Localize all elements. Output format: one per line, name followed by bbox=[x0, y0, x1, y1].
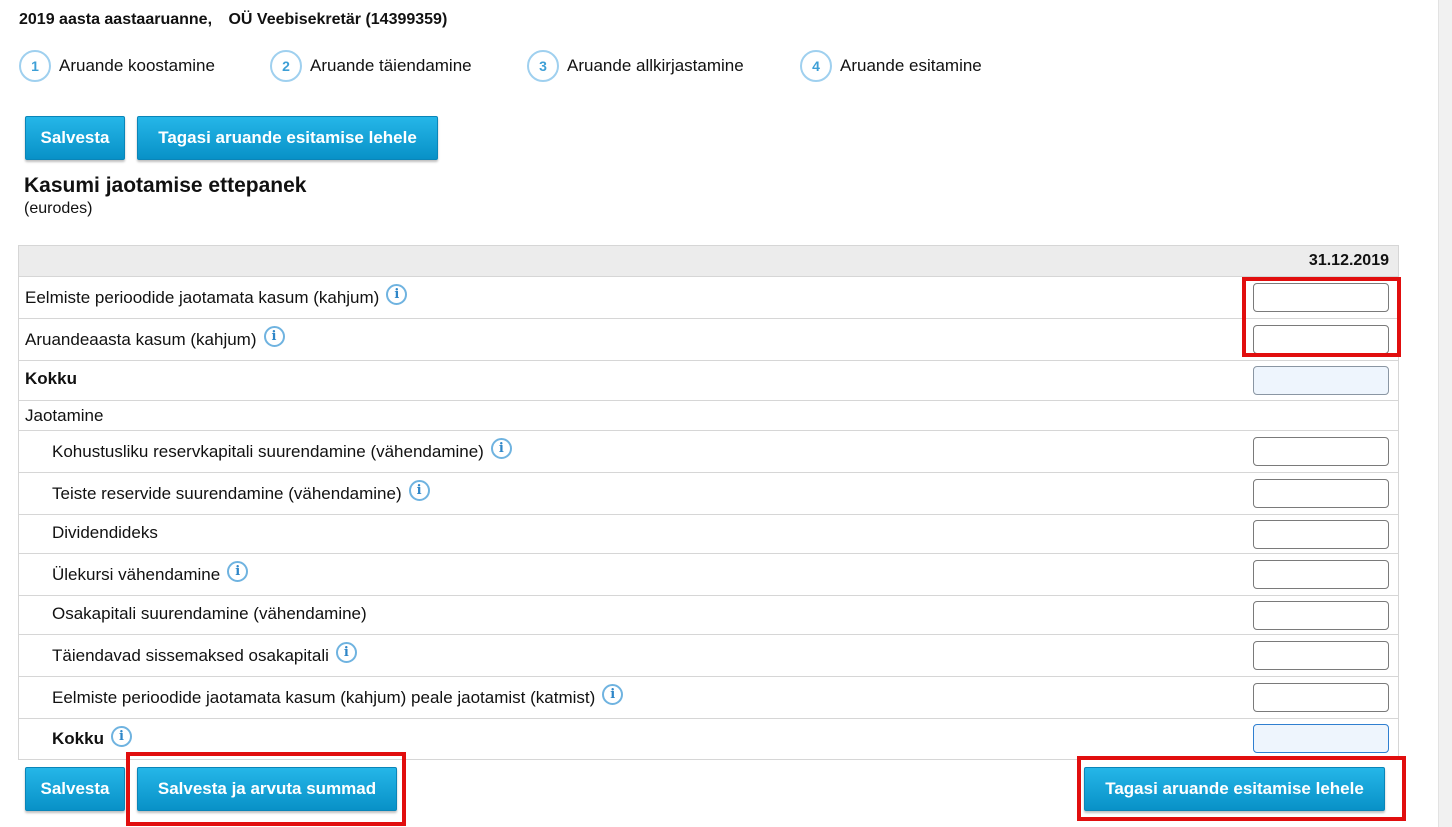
section-title: Kasumi jaotamise ettepanek bbox=[24, 174, 307, 197]
table-row: Kokku i bbox=[19, 719, 1398, 759]
info-icon[interactable]: i bbox=[110, 725, 132, 747]
row-label: Jaotamine bbox=[25, 405, 104, 425]
row-label: Teiste reservide suurendamine (vähendami… bbox=[52, 480, 430, 504]
row-label-text: Kohustusliku reservkapitali suurendamine… bbox=[52, 441, 484, 461]
row-label-text: Täiendavad sissemaksed osakapitali bbox=[52, 645, 329, 665]
row-label: Aruandeaasta kasum (kahjum) i bbox=[25, 326, 285, 350]
scrollbar-track[interactable] bbox=[1438, 0, 1452, 827]
footer-back-to-submission-button[interactable]: Tagasi aruande esitamise lehele bbox=[1084, 767, 1385, 811]
table-row: Täiendavad sissemaksed osakapitali i bbox=[19, 635, 1398, 677]
row-label: Dividendideks bbox=[52, 523, 158, 542]
step-label: Aruande koostamine bbox=[59, 56, 215, 75]
column-header-date: 31.12.2019 bbox=[1308, 252, 1389, 269]
row-label-text: Teiste reservide suurendamine (vähendami… bbox=[52, 483, 402, 503]
total-input-readonly bbox=[1253, 366, 1389, 395]
info-icon[interactable]: i bbox=[490, 438, 512, 459]
row-label-text: Aruandeaasta kasum (kahjum) bbox=[25, 329, 257, 349]
table-row: Eelmiste perioodide jaotamata kasum (kah… bbox=[19, 677, 1398, 719]
annual-profit-input[interactable] bbox=[1253, 325, 1389, 354]
info-icon[interactable]: i bbox=[386, 284, 408, 305]
step-number-circle: 2 bbox=[270, 50, 302, 82]
dividends-input[interactable] bbox=[1253, 520, 1389, 549]
save-and-calculate-button[interactable]: Salvesta ja arvuta summad bbox=[137, 767, 397, 811]
step-2[interactable]: 2 Aruande täiendamine bbox=[270, 50, 472, 82]
back-to-submission-button[interactable]: Tagasi aruande esitamise lehele bbox=[137, 116, 438, 160]
share-premium-input[interactable] bbox=[1253, 560, 1389, 589]
info-icon[interactable]: i bbox=[408, 480, 430, 501]
footer-save-button[interactable]: Salvesta bbox=[25, 767, 125, 811]
table-row: Eelmiste perioodide jaotamata kasum (kah… bbox=[19, 277, 1398, 319]
additional-contributions-input[interactable] bbox=[1253, 641, 1389, 670]
table-header: 31.12.2019 bbox=[19, 246, 1398, 277]
step-label: Aruande esitamine bbox=[840, 56, 982, 75]
table-row: Dividendideks bbox=[19, 515, 1398, 554]
row-label: Eelmiste perioodide jaotamata kasum (kah… bbox=[52, 684, 624, 708]
row-label-text: Eelmiste perioodide jaotamata kasum (kah… bbox=[52, 687, 596, 707]
step-4[interactable]: 4 Aruande esitamine bbox=[800, 50, 982, 82]
row-label: Kokku i bbox=[52, 725, 132, 749]
retained-earnings-input[interactable] bbox=[1253, 283, 1389, 312]
step-number-circle: 1 bbox=[19, 50, 51, 82]
save-button[interactable]: Salvesta bbox=[25, 116, 125, 160]
distribution-total-input-readonly bbox=[1253, 724, 1389, 753]
table-row: Kohustusliku reservkapitali suurendamine… bbox=[19, 431, 1398, 473]
row-label-text: Eelmiste perioodide jaotamata kasum (kah… bbox=[25, 287, 380, 307]
row-label: Ülekursi vähendamine i bbox=[52, 561, 249, 585]
table-row: Aruandeaasta kasum (kahjum) i bbox=[19, 319, 1398, 361]
step-label: Aruande täiendamine bbox=[310, 56, 472, 75]
company-name: OÜ Veebisekretär (14399359) bbox=[228, 11, 448, 28]
row-label: Osakapitali suurendamine (vähendamine) bbox=[52, 604, 367, 623]
report-title: 2019 aasta aastaaruanne, OÜ Veebisekretä… bbox=[19, 11, 447, 29]
row-label: Täiendavad sissemaksed osakapitali i bbox=[52, 642, 357, 666]
report-year-title: 2019 aasta aastaaruanne, bbox=[19, 11, 213, 28]
legal-reserve-input[interactable] bbox=[1253, 437, 1389, 466]
section-unit: (eurodes) bbox=[24, 200, 93, 217]
row-label-text: Kokku bbox=[52, 729, 104, 748]
info-icon[interactable]: i bbox=[335, 642, 357, 663]
other-reserves-input[interactable] bbox=[1253, 479, 1389, 508]
table-row: Teiste reservide suurendamine (vähendami… bbox=[19, 473, 1398, 515]
table-row: Osakapitali suurendamine (vähendamine) bbox=[19, 596, 1398, 635]
info-icon[interactable]: i bbox=[263, 326, 285, 347]
info-icon[interactable]: i bbox=[602, 684, 624, 705]
row-label-text: Ülekursi vähendamine bbox=[52, 564, 221, 584]
step-3[interactable]: 3 Aruande allkirjastamine bbox=[527, 50, 744, 82]
step-label: Aruande allkirjastamine bbox=[567, 56, 744, 75]
table-row: Ülekursi vähendamine i bbox=[19, 554, 1398, 596]
row-label: Eelmiste perioodide jaotamata kasum (kah… bbox=[25, 284, 408, 308]
step-number-circle: 3 bbox=[527, 50, 559, 82]
table-row: Jaotamine bbox=[19, 401, 1398, 431]
retained-after-distribution-input[interactable] bbox=[1253, 683, 1389, 712]
share-capital-input[interactable] bbox=[1253, 601, 1389, 630]
step-1[interactable]: 1 Aruande koostamine bbox=[19, 50, 215, 82]
row-label: Kokku bbox=[25, 369, 77, 388]
info-icon[interactable]: i bbox=[227, 561, 249, 582]
row-label: Kohustusliku reservkapitali suurendamine… bbox=[52, 438, 512, 462]
step-number-circle: 4 bbox=[800, 50, 832, 82]
table-row: Kokku bbox=[19, 361, 1398, 401]
profit-distribution-table: 31.12.2019 Eelmiste perioodide jaotamata… bbox=[18, 245, 1399, 760]
